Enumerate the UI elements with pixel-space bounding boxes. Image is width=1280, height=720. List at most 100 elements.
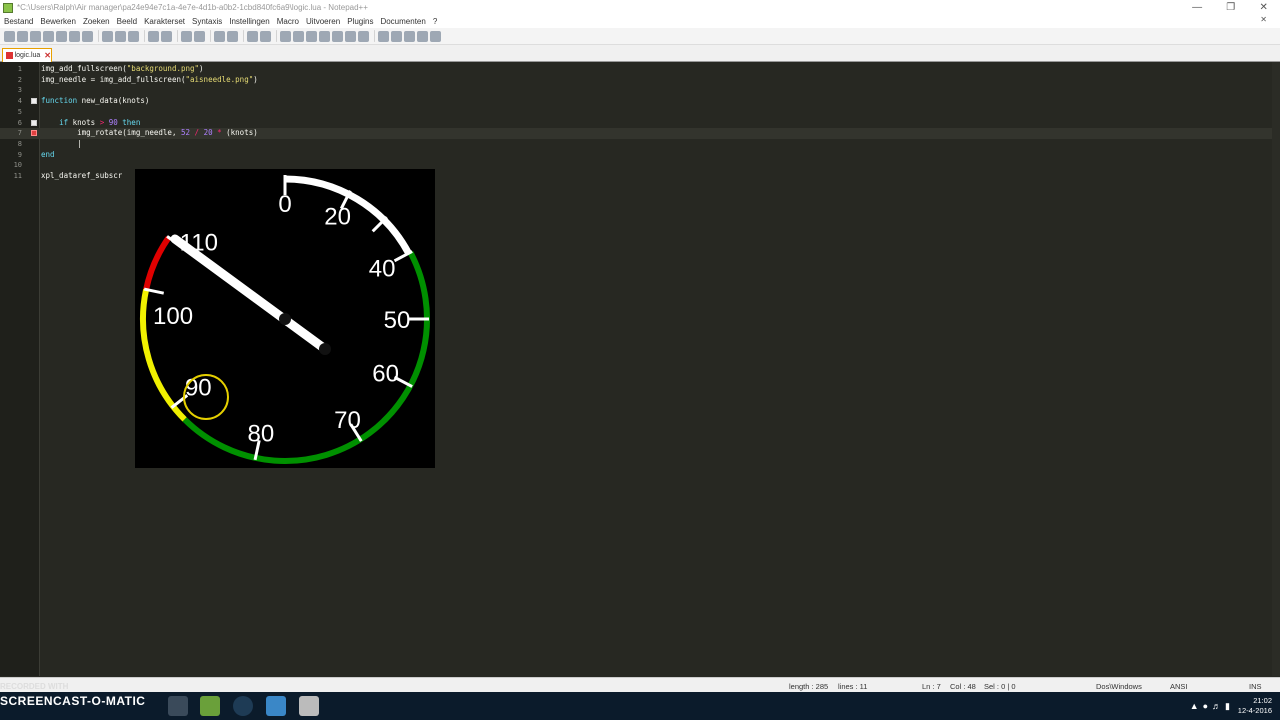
gauge-needle: [170, 234, 330, 354]
tab-logic-lua[interactable]: logic.lua ✕: [2, 48, 52, 62]
menu-syntaxis[interactable]: Syntaxis: [192, 17, 222, 26]
code-token: function: [41, 96, 78, 106]
status-sel: Sel : 0 | 0: [984, 682, 1016, 691]
indent-guide-icon[interactable]: [306, 30, 317, 42]
maximize-icon[interactable]: ❐: [1226, 2, 1235, 13]
menu-zoeken[interactable]: Zoeken: [83, 17, 110, 26]
menu-help[interactable]: ?: [433, 17, 437, 26]
save-macro-icon[interactable]: [430, 30, 441, 42]
code-token: (knots): [221, 128, 258, 138]
menu-uitvoeren[interactable]: Uitvoeren: [306, 17, 340, 26]
status-eol: Dos\Windows: [1096, 682, 1142, 691]
minimize-icon[interactable]: —: [1192, 2, 1202, 13]
gauge-svg: 0 20405060708090100110: [140, 175, 430, 464]
menu-documenten[interactable]: Documenten: [380, 17, 425, 26]
save-all-icon[interactable]: [43, 30, 54, 42]
taskbar-feather-icon[interactable]: [266, 696, 286, 716]
taskbar-notepadpp-icon[interactable]: [200, 696, 220, 716]
function-list-icon[interactable]: [345, 30, 356, 42]
close-doc-icon[interactable]: ✕: [1260, 15, 1267, 24]
zoom-out-icon[interactable]: [227, 30, 238, 42]
find-icon[interactable]: [181, 30, 192, 42]
code-line[interactable]: 3: [0, 85, 1272, 96]
system-tray-icons[interactable]: ▲●♬▮: [1190, 701, 1234, 712]
print-icon[interactable]: [82, 30, 93, 42]
code-token: ): [253, 74, 258, 84]
undo-icon[interactable]: [148, 30, 159, 42]
menu-bar: Bestand Bewerken Zoeken Beeld Karakterse…: [0, 15, 1280, 28]
code-line[interactable]: 4 function new_data(knots): [0, 96, 1272, 107]
code-text: img_rotate(img_needle, 52 / 20 * (knots): [41, 128, 258, 139]
code-line[interactable]: 8 |: [0, 139, 1272, 150]
code-token: img_rotate(img_needle,: [41, 128, 181, 138]
copy-icon[interactable]: [115, 30, 126, 42]
fold-marker-icon[interactable]: [31, 98, 37, 105]
menu-bewerken[interactable]: Bewerken: [40, 17, 76, 26]
paste-icon[interactable]: [128, 30, 139, 42]
replace-icon[interactable]: [194, 30, 205, 42]
line-number: 6: [17, 118, 22, 127]
code-text: if knots > 90 then: [41, 118, 140, 129]
cut-icon[interactable]: [102, 30, 113, 42]
code-line[interactable]: 2 img_needle = img_add_fullscreen("aisnee…: [0, 75, 1272, 86]
code-token: xpl_dataref_subscr: [41, 171, 123, 180]
code-token: then: [122, 117, 141, 127]
monitor-icon[interactable]: [358, 30, 369, 42]
code-token: img_add_fullscreen(: [41, 64, 127, 73]
taskbar-calculator-icon[interactable]: [299, 696, 319, 716]
taskbar-airplane-icon[interactable]: [168, 696, 188, 716]
vertical-scrollbar[interactable]: [1272, 62, 1280, 676]
gauge-label: 40: [369, 255, 396, 282]
gauge-label: 50: [384, 307, 411, 334]
code-token: "aisneedle.png": [185, 74, 254, 84]
fold-marker-icon[interactable]: [31, 119, 37, 126]
code-token: 20: [203, 128, 213, 138]
toolbar-separator: [98, 30, 99, 42]
sync-h-icon[interactable]: [260, 30, 271, 42]
doc-map-icon[interactable]: [332, 30, 343, 42]
tab-close-icon[interactable]: ✕: [44, 51, 51, 60]
menu-plugins[interactable]: Plugins: [347, 17, 373, 26]
red-arc: [143, 235, 172, 291]
menu-macro[interactable]: Macro: [277, 17, 299, 26]
menu-beeld[interactable]: Beeld: [117, 17, 137, 26]
word-wrap-icon[interactable]: [280, 30, 291, 42]
save-icon[interactable]: [30, 30, 41, 42]
open-file-icon[interactable]: [17, 30, 28, 42]
menu-instellingen[interactable]: Instellingen: [229, 17, 269, 26]
green-arc: [182, 250, 430, 464]
run-macro-multiple-icon[interactable]: [417, 30, 428, 42]
udl-icon[interactable]: [319, 30, 330, 42]
code-line[interactable]: 6 if knots > 90 then: [0, 118, 1272, 129]
code-token: 52: [180, 128, 191, 138]
needle-hub: [279, 313, 291, 325]
redo-icon[interactable]: [161, 30, 172, 42]
line-number: 11: [13, 172, 22, 180]
sync-v-icon[interactable]: [247, 30, 258, 42]
stop-macro-icon[interactable]: [391, 30, 402, 42]
status-encoding: ANSI: [1170, 682, 1188, 691]
gauge-label: 70: [334, 407, 361, 434]
code-token: |: [41, 138, 82, 148]
code-text: img_add_fullscreen("background.png"): [41, 64, 204, 75]
code-line[interactable]: 9 end: [0, 150, 1272, 161]
play-macro-icon[interactable]: [404, 30, 415, 42]
tab-bar: logic.lua ✕: [0, 45, 1280, 62]
menu-bestand[interactable]: Bestand: [4, 17, 33, 26]
line-number: 1: [17, 65, 22, 73]
code-line[interactable]: 5: [0, 107, 1272, 118]
show-all-chars-icon[interactable]: [293, 30, 304, 42]
code-text: img_needle = img_add_fullscreen("aisneed…: [41, 75, 258, 86]
zoom-in-icon[interactable]: [214, 30, 225, 42]
close-file-icon[interactable]: [56, 30, 67, 42]
code-line[interactable]: 1 img_add_fullscreen("background.png"): [0, 64, 1272, 75]
new-file-icon[interactable]: [4, 30, 15, 42]
taskbar-circle-app-icon[interactable]: [233, 696, 253, 716]
clock[interactable]: 21:02 12-4-2016: [1238, 696, 1272, 716]
record-macro-icon[interactable]: [378, 30, 389, 42]
fold-marker-icon[interactable]: [31, 130, 37, 137]
code-line[interactable]: 7 img_rotate(img_needle, 52 / 20 * (knot…: [0, 128, 1272, 139]
close-all-icon[interactable]: [69, 30, 80, 42]
close-icon[interactable]: ✕: [1259, 2, 1267, 13]
menu-karakterset[interactable]: Karakterset: [144, 17, 185, 26]
